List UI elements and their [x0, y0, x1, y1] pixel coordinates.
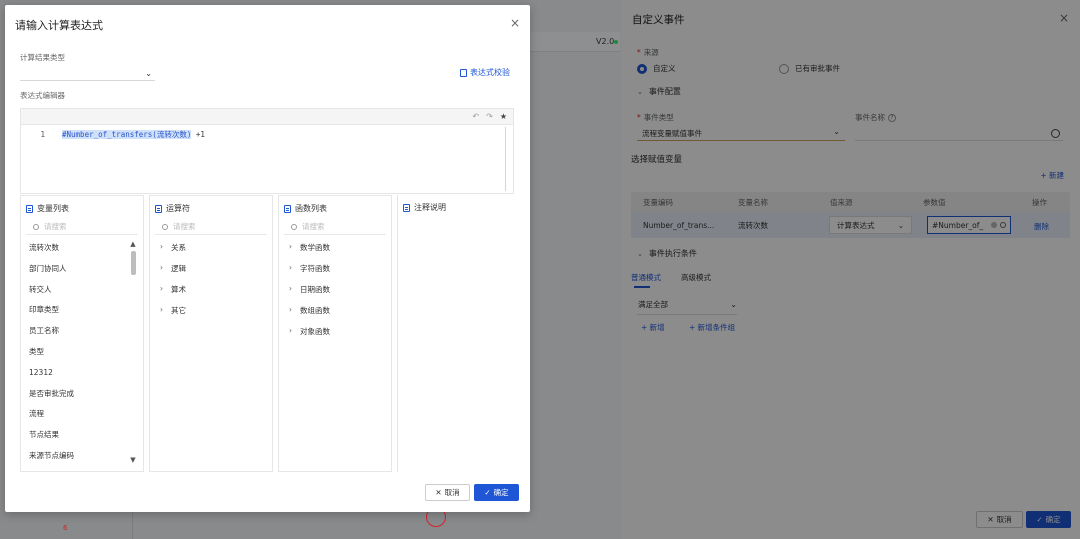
- canvas-divider: [132, 511, 133, 539]
- redo-icon[interactable]: ↷: [486, 112, 493, 121]
- expression-modal: 请输入计算表达式 × 计算结果类型 ⌄ 表达式校验 表达式编辑器 ↶ ↷ ★ 1…: [5, 5, 530, 512]
- chevron-right-icon: ›: [160, 242, 163, 251]
- line-number: 1: [40, 130, 45, 139]
- list-item[interactable]: › 字符函数: [289, 263, 330, 284]
- close-icon: ✕: [435, 488, 442, 497]
- list-item[interactable]: 员工名称: [29, 325, 74, 346]
- list-item[interactable]: 12312: [29, 367, 74, 388]
- variable-list-panel: 变量列表 请搜索 流转次数 部门协同人 转交人 印章类型 员工名称 类型 12312 是否审批…: [20, 195, 144, 472]
- canvas-number: 6: [63, 524, 68, 532]
- editor-scrollbar[interactable]: [505, 127, 506, 191]
- panel-header: 变量列表: [26, 203, 69, 214]
- function-tree: › 数学函数 › 字符函数 › 日期函数 › 数组函数 › 对象函数: [289, 242, 330, 347]
- panel-header: 函数列表: [284, 203, 327, 214]
- chevron-right-icon: ›: [160, 284, 163, 293]
- panel-header: 运算符: [155, 203, 190, 214]
- list-item[interactable]: 来源节点编码: [29, 450, 74, 471]
- list-icon: [403, 203, 410, 212]
- result-type-select[interactable]: ⌄: [20, 65, 155, 81]
- variable-list: 流转次数 部门协同人 转交人 印章类型 员工名称 类型 12312 是否审批完成 流程 节点结果来…: [29, 242, 74, 471]
- editor-toolbar: ↶ ↷ ★: [21, 109, 513, 125]
- list-icon: [155, 204, 162, 213]
- result-type-label: 计算结果类型: [20, 53, 65, 62]
- list-item[interactable]: › 日期函数: [289, 284, 330, 305]
- chevron-right-icon: ›: [160, 305, 163, 314]
- list-item[interactable]: › 其它: [160, 305, 186, 326]
- validate-expression-button[interactable]: 表达式校验: [460, 67, 510, 78]
- modal-cancel-button[interactable]: ✕ 取消: [425, 484, 470, 501]
- variable-scrollbar[interactable]: ▲ ▼: [129, 240, 137, 464]
- chevron-right-icon: ›: [289, 284, 292, 293]
- chevron-right-icon: ›: [289, 305, 292, 314]
- operator-panel: 运算符 请搜索 › 关系 › 逻辑 › 算术 › 其它: [149, 195, 273, 472]
- variable-token[interactable]: #Number_of_transfers(流转次数): [62, 130, 192, 139]
- expression-editor[interactable]: ↶ ↷ ★ 1 #Number_of_transfers(流转次数) +1: [20, 108, 514, 194]
- close-icon[interactable]: ×: [510, 16, 520, 30]
- list-icon: [284, 204, 291, 213]
- operator-tree: › 关系 › 逻辑 › 算术 › 其它: [160, 242, 186, 326]
- list-icon: [26, 204, 33, 213]
- chevron-right-icon: ›: [289, 326, 292, 335]
- list-item[interactable]: 类型: [29, 346, 74, 367]
- undo-icon[interactable]: ↶: [472, 112, 479, 121]
- scroll-down-icon[interactable]: ▼: [129, 456, 137, 464]
- function-search-input[interactable]: 请搜索: [284, 219, 386, 235]
- chevron-right-icon: ›: [289, 263, 292, 272]
- list-item[interactable]: 节点结果: [29, 429, 74, 450]
- operator-search-input[interactable]: 请搜索: [155, 219, 267, 235]
- list-item[interactable]: 流程: [29, 408, 74, 429]
- code-line: 1 #Number_of_transfers(流转次数) +1: [21, 129, 205, 140]
- document-icon: [460, 68, 467, 77]
- list-item[interactable]: › 对象函数: [289, 326, 330, 347]
- list-item[interactable]: › 数组函数: [289, 305, 330, 326]
- modal-title: 请输入计算表达式: [15, 19, 103, 32]
- chevron-right-icon: ›: [160, 263, 163, 272]
- list-item[interactable]: 流转次数: [29, 242, 74, 263]
- modal-confirm-button[interactable]: ✓ 确定: [474, 484, 519, 501]
- function-panel: 函数列表 请搜索 › 数学函数 › 字符函数 › 日期函数 › 数组函数 › 对象函数: [278, 195, 392, 472]
- helper-panels: 变量列表 请搜索 流转次数 部门协同人 转交人 印章类型 员工名称 类型 12312 是否审批…: [20, 195, 514, 472]
- list-item[interactable]: › 算术: [160, 284, 186, 305]
- search-icon: [291, 223, 297, 230]
- notes-panel: 注释说明: [397, 195, 514, 472]
- chevron-down-icon: ⌄: [145, 69, 152, 78]
- scroll-up-icon[interactable]: ▲: [129, 240, 137, 248]
- chevron-right-icon: ›: [289, 242, 292, 251]
- panel-header: 注释说明: [403, 202, 446, 213]
- list-item[interactable]: 印章类型: [29, 304, 74, 325]
- drawer-overlay: [621, 0, 1080, 539]
- variable-search-input[interactable]: 请搜索: [26, 219, 138, 235]
- editor-label: 表达式编辑器: [20, 91, 65, 100]
- star-icon[interactable]: ★: [500, 112, 507, 121]
- list-item[interactable]: 是否审批完成: [29, 388, 74, 409]
- search-icon: [33, 223, 39, 230]
- code-text: #Number_of_transfers(流转次数) +1: [62, 130, 205, 139]
- list-item[interactable]: › 关系: [160, 242, 186, 263]
- list-item[interactable]: › 数学函数: [289, 242, 330, 263]
- version-label: V2.0: [596, 37, 615, 46]
- list-item[interactable]: 转交人: [29, 284, 74, 305]
- list-item[interactable]: 部门协同人: [29, 263, 74, 284]
- search-icon: [162, 223, 168, 230]
- scroll-thumb[interactable]: [130, 251, 136, 275]
- check-icon: ✓: [484, 488, 491, 497]
- status-dot: [614, 40, 618, 44]
- list-item[interactable]: › 逻辑: [160, 263, 186, 284]
